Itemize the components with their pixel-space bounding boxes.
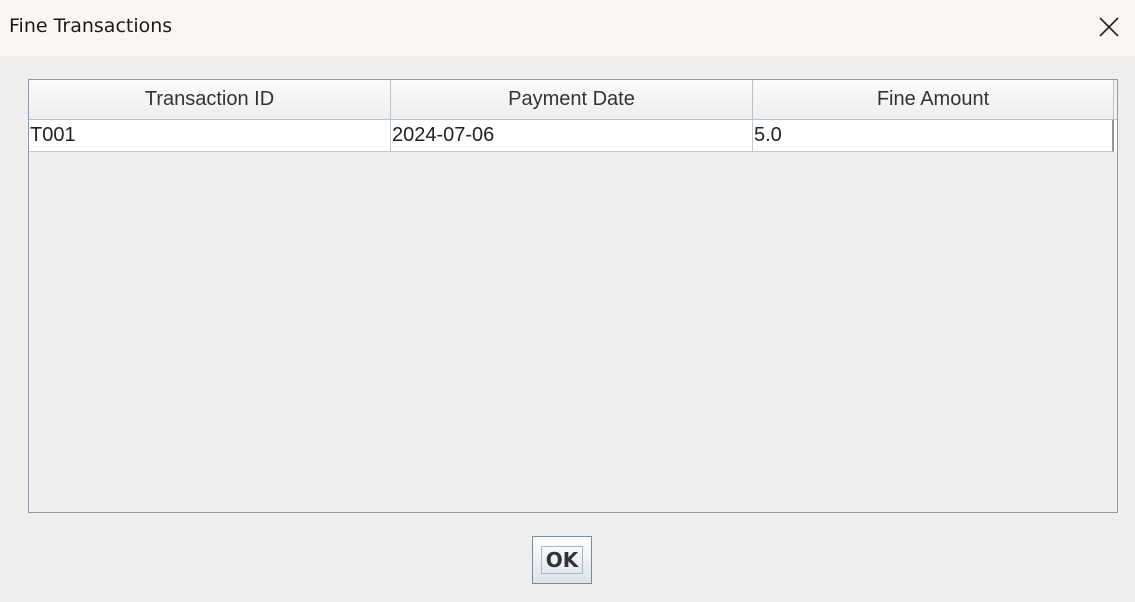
cell-fine-amount[interactable]: 5.0 xyxy=(753,120,1114,152)
ok-button-label: OK xyxy=(540,546,584,574)
cell-payment-date[interactable]: 2024-07-06 xyxy=(391,120,753,152)
title-bar: Fine Transactions xyxy=(0,0,1135,56)
column-header-fine-amount[interactable]: Fine Amount xyxy=(753,80,1114,119)
column-header-transaction-id[interactable]: Transaction ID xyxy=(29,80,391,119)
transactions-table-scroll-pane[interactable]: Transaction ID Payment Date Fine Amount … xyxy=(28,79,1118,513)
close-button[interactable] xyxy=(1089,8,1129,46)
fine-transactions-dialog: Fine Transactions Transaction ID Payment… xyxy=(0,0,1135,602)
table-row[interactable]: T001 2024-07-06 5.0 xyxy=(29,120,1117,152)
close-icon xyxy=(1098,16,1120,38)
table-body: T001 2024-07-06 5.0 xyxy=(29,120,1117,152)
ok-button[interactable]: OK xyxy=(532,536,592,584)
window-title: Fine Transactions xyxy=(9,15,173,37)
column-header-payment-date[interactable]: Payment Date xyxy=(391,80,753,119)
dialog-content: Transaction ID Payment Date Fine Amount … xyxy=(0,56,1135,602)
table-header: Transaction ID Payment Date Fine Amount xyxy=(29,80,1117,120)
cell-transaction-id[interactable]: T001 xyxy=(29,120,391,152)
